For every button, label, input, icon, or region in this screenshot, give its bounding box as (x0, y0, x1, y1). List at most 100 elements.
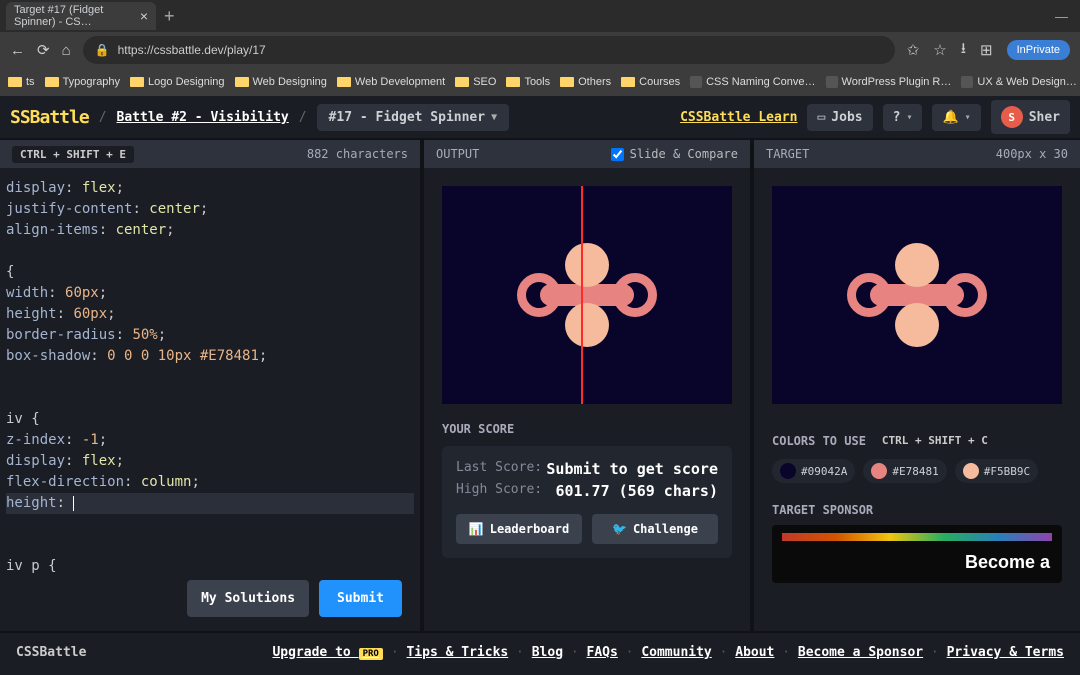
code-line (6, 367, 414, 388)
bookmark-item[interactable]: Logo Designing (130, 76, 224, 88)
bookmark-icon[interactable]: ☆ (933, 41, 946, 59)
slide-checkbox[interactable] (611, 148, 624, 161)
avatar: S (1001, 106, 1023, 128)
browser-tab[interactable]: Target #17 (Fidget Spinner) - CS… × (6, 2, 156, 30)
target-panel: TARGET 400px x 30 COLORS TO USE CTRL + S… (754, 140, 1080, 631)
footer-link[interactable]: About (735, 645, 774, 660)
bookmark-item[interactable]: Typography (45, 76, 120, 88)
leaderboard-button[interactable]: 📊 Leaderboard (456, 514, 582, 544)
code-line: { (6, 262, 414, 283)
footer-brand[interactable]: CSSBattle (16, 645, 86, 660)
minimize-icon[interactable]: — (1055, 9, 1068, 24)
sponsor-section: TARGET SPONSOR Become a (754, 493, 1080, 593)
code-line: justify-content: center; (6, 199, 414, 220)
briefcase-icon: ▭ (817, 110, 825, 125)
output-preview[interactable] (442, 186, 732, 404)
high-score-label: High Score: (456, 482, 542, 500)
collections-icon[interactable]: ⊞ (980, 41, 993, 59)
jobs-label: Jobs (831, 110, 862, 125)
footer-links: Upgrade to PRO · Tips & Tricks · Blog · … (272, 645, 1064, 660)
main-layout: CTRL + SHIFT + E 882 characters display:… (0, 140, 1080, 631)
download-icon[interactable]: ⭳ (961, 38, 966, 63)
back-icon[interactable]: ← (10, 42, 25, 59)
target-preview-wrap (754, 168, 1080, 422)
home-icon[interactable]: ⌂ (62, 42, 71, 59)
code-editor[interactable]: display: flex;justify-content: center;al… (0, 168, 420, 631)
bookmark-item[interactable]: Others (560, 76, 611, 88)
footer-link[interactable]: Privacy & Terms (947, 645, 1064, 660)
footer-link[interactable]: FAQs (587, 645, 618, 660)
bookmark-item[interactable]: Web Designing (235, 76, 327, 88)
editor-panel: CTRL + SHIFT + E 882 characters display:… (0, 140, 424, 631)
pro-badge: PRO (359, 648, 383, 660)
bookmark-item[interactable]: WordPress Plugin R… (826, 76, 952, 88)
learn-link[interactable]: CSSBattle Learn (680, 110, 797, 125)
code-line: iv { (6, 409, 414, 430)
chart-icon: 📊 (469, 522, 484, 536)
help-icon: ? (893, 110, 901, 125)
tab-close-icon[interactable]: × (140, 8, 148, 24)
bookmark-item[interactable]: ts (8, 76, 35, 88)
output-header: OUTPUT Slide & Compare (424, 140, 750, 168)
refresh-icon[interactable]: ⟳ (37, 41, 50, 59)
bookmark-item[interactable]: Courses (621, 76, 680, 88)
code-line: display: flex; (6, 178, 414, 199)
code-line: display: flex; (6, 451, 414, 472)
high-score-value: 601.77 (569 chars) (555, 482, 718, 500)
code-line: z-index: -1; (6, 430, 414, 451)
color-swatch[interactable]: #09042A (772, 459, 855, 483)
target-header: TARGET 400px x 30 (754, 140, 1080, 168)
slide-compare-toggle[interactable]: Slide & Compare (611, 147, 738, 161)
code-line (6, 535, 414, 556)
bookmark-item[interactable]: CSS Naming Conve… (690, 76, 815, 88)
help-button[interactable]: ? ▾ (883, 104, 923, 131)
window-controls: — (1055, 9, 1080, 24)
last-score-label: Last Score: (456, 460, 542, 478)
notifications-button[interactable]: 🔔 ▾ (932, 104, 980, 131)
chevron-down-icon: ▼ (491, 112, 497, 123)
url-input[interactable]: 🔒 https://cssbattle.dev/play/17 (83, 36, 895, 64)
target-selector[interactable]: #17 - Fidget Spinner ▼ (317, 104, 510, 131)
colors-title: COLORS TO USE (772, 434, 866, 448)
sponsor-banner[interactable]: Become a (772, 525, 1062, 583)
code-line: flex-direction: column; (6, 472, 414, 493)
slash: / (299, 110, 307, 125)
code-line: align-items: center; (6, 220, 414, 241)
output-panel: OUTPUT Slide & Compare YOUR SCORE Last S… (424, 140, 754, 631)
inprivate-badge: InPrivate (1007, 40, 1070, 60)
submit-button[interactable]: Submit (319, 580, 402, 617)
output-preview-wrap (424, 168, 750, 422)
battle-link[interactable]: Battle #2 - Visibility (117, 110, 289, 125)
code-line (6, 241, 414, 262)
target-preview (772, 186, 1062, 404)
bookmark-item[interactable]: Web Development (337, 76, 445, 88)
upgrade-link[interactable]: Upgrade to PRO (272, 645, 382, 660)
new-tab-button[interactable]: + (164, 6, 175, 27)
challenge-button[interactable]: 🐦 Challenge (592, 514, 718, 544)
footer-link[interactable]: Tips & Tricks (406, 645, 508, 660)
footer-link[interactable]: Become a Sponsor (798, 645, 923, 660)
url-text: https://cssbattle.dev/play/17 (118, 43, 266, 57)
code-line: height: (6, 493, 414, 514)
sponsor-title: TARGET SPONSOR (772, 503, 1062, 517)
bookmark-item[interactable]: UX & Web Design… (961, 76, 1076, 88)
bookmark-item[interactable]: Tools (506, 76, 550, 88)
user-menu[interactable]: S Sher (991, 100, 1070, 134)
browser-tab-strip: Target #17 (Fidget Spinner) - CS… × + — (0, 0, 1080, 32)
footer: CSSBattle Upgrade to PRO · Tips & Tricks… (0, 631, 1080, 671)
target-title: TARGET (766, 147, 809, 161)
chevron-down-icon: ▾ (965, 112, 971, 123)
logo[interactable]: SSBattle (10, 107, 89, 128)
slider-line[interactable] (581, 186, 583, 404)
bell-icon: 🔔 (942, 110, 958, 125)
footer-link[interactable]: Community (641, 645, 711, 660)
footer-link[interactable]: Blog (532, 645, 563, 660)
color-swatch[interactable]: #F5BB9C (955, 459, 1038, 483)
code-line: box-shadow: 0 0 0 10px #E78481; (6, 346, 414, 367)
bookmark-item[interactable]: SEO (455, 76, 496, 88)
favorite-icon[interactable]: ✩ (907, 41, 920, 59)
color-swatch[interactable]: #E78481 (863, 459, 946, 483)
my-solutions-button[interactable]: My Solutions (187, 580, 309, 617)
jobs-button[interactable]: ▭ Jobs (807, 104, 872, 131)
editor-header: CTRL + SHIFT + E 882 characters (0, 140, 420, 168)
